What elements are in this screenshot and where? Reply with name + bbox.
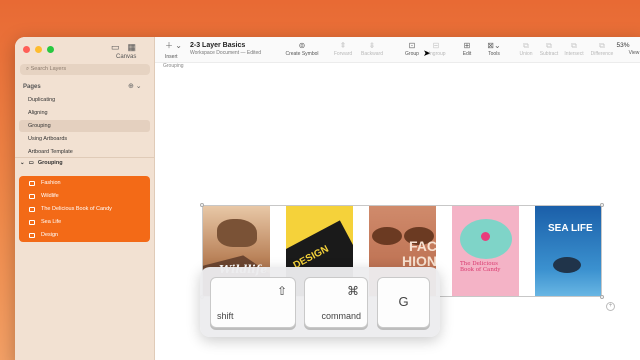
leopard-image [217,219,257,247]
page-item-duplicating[interactable]: Duplicating [19,94,150,106]
grid-view-icon[interactable]: ▦ [128,42,137,53]
g-key-label: G [398,294,409,309]
layer-candy[interactable]: The Delicious Book of Candy [29,206,112,212]
command-icon: ⌘ [347,284,359,298]
page-label: Duplicating [28,97,56,103]
insert-label: Insert [165,54,178,60]
group-button[interactable]: ⊡ Group [402,41,422,57]
lollipop-image [481,232,490,241]
zoom-button[interactable] [47,46,54,53]
shift-key: ⇧ shift [210,277,296,328]
page-label: Artboard Template [28,149,73,155]
command-key: ⌘ command [304,277,368,328]
toolbar: ＋ ⌄ Insert 2-3 Layer Basics Workspace Do… [155,37,640,63]
shift-key-label: shift [217,311,234,321]
subtract-icon: ⧉ [546,41,552,50]
canvas-label: Canvas [116,54,137,60]
artboard-text: FAC HION [402,238,436,269]
page-label: Aligning [28,110,48,116]
union-button[interactable]: ⧉ Union [515,41,537,57]
layer-fashion[interactable]: Fashion [29,180,61,186]
document-title: 2-3 Layer Basics [190,42,246,49]
layer-label: Fashion [41,180,61,186]
g-key: G [377,277,430,328]
shift-icon: ⇧ [276,284,287,298]
tools-label: Tools [488,51,500,57]
intersect-label: Intersect [564,51,584,57]
subtract-label: Subtract [539,51,559,57]
forward-icon: ⇞ [339,41,347,50]
edit-icon: ⊞ [463,41,471,50]
sidebar: ▭ ▦ Canvas ⌕ Search Layers Pages ⊕ ⌄ Dup… [15,37,155,360]
disclosure-icon[interactable]: ⌄ [20,160,25,166]
page-label: Grouping [28,123,51,129]
tools-icon: ⊠⌄ [487,41,501,50]
page-item-aligning[interactable]: Aligning [19,107,150,119]
artboard-candy[interactable]: The Delicious Book of Candy [452,205,519,297]
add-page-icon[interactable]: ⊕ ⌄ [128,82,142,90]
layer-group-grouping[interactable]: ⌄ ▭ Grouping [20,160,63,166]
create-symbol-button[interactable]: ⊚ Create Symbol [281,41,323,57]
forward-button[interactable]: ⇞ Forward [330,41,356,57]
page-label: Using Artboards [28,136,68,142]
layer-label: Wildlife [41,193,59,199]
forward-label: Forward [333,51,353,57]
add-icon[interactable]: + [606,302,615,311]
canvas-page-label: Grouping [163,63,184,69]
minimize-button[interactable] [35,46,42,53]
edit-label: Edit [462,51,472,57]
backward-button[interactable]: ⇟ Backward [357,41,387,57]
tools-button[interactable]: ⊠⌄ Tools [483,41,505,57]
document-subtitle: Workspace Document — Edited [190,50,262,56]
selected-layers: Fashion Wildlife The Delicious Book of C… [19,176,150,242]
difference-label: Difference [590,51,614,57]
layer-group-label: Grouping [37,160,63,166]
mouse-cursor-icon: ➤ [423,48,431,58]
layer-sea-life[interactable]: Sea Life [29,219,61,225]
artboard-icon [29,180,35,186]
turtle-image [553,257,581,273]
view-button[interactable]: View [625,50,640,56]
layer-label: Sea Life [41,219,62,225]
canvas-view-icon[interactable]: ▭ [111,42,120,53]
intersect-button[interactable]: ⧉ Intersect [561,41,587,57]
close-button[interactable] [23,46,30,53]
page-item-grouping[interactable]: Grouping [19,120,150,132]
layer-wildlife[interactable]: Wildlife [29,193,59,199]
union-icon: ⧉ [523,41,529,50]
keyboard-shortcut-overlay: ⇧ shift ⌘ command G [200,267,440,337]
artboard-text: SEA LIFE [548,223,593,234]
search-input[interactable]: ⌕ Search Layers [20,64,150,75]
union-label: Union [519,51,533,57]
page-item-using-artboards[interactable]: Using Artboards [19,133,150,145]
insert-button[interactable]: ＋ ⌄ [165,41,182,51]
backward-icon: ⇟ [368,41,376,50]
group-label: Group [405,51,419,57]
group-folder-icon: ▭ [28,160,34,166]
layer-label: Design [41,232,59,238]
subtract-button[interactable]: ⧉ Subtract [536,41,562,57]
plus-icon: ＋ ⌄ [165,41,182,50]
zoom-level[interactable]: 53% [612,42,634,49]
artboard-icon [29,219,35,225]
artboard-icon [29,193,35,199]
group-icon: ⊡ [408,41,416,50]
artboard-text: The Delicious Book of Candy [460,261,501,273]
pages-heading: Pages [23,84,41,90]
layer-design[interactable]: Design [29,232,58,238]
symbol-icon: ⊚ [298,41,306,50]
view-label: View [628,50,640,56]
artboard-icon [29,232,35,238]
backward-label: Backward [361,51,383,57]
artboard-icon [29,206,35,212]
create-symbol-label: Create Symbol [285,51,319,57]
divider [15,157,155,158]
layer-label: The Delicious Book of Candy [41,206,112,212]
intersect-icon: ⧉ [571,41,577,50]
window-controls [23,46,54,53]
edit-button[interactable]: ⊞ Edit [457,41,477,57]
search-placeholder: Search Layers [30,66,67,72]
artboard-sea-life[interactable]: SEA LIFE [535,205,602,297]
command-key-label: command [321,311,361,321]
